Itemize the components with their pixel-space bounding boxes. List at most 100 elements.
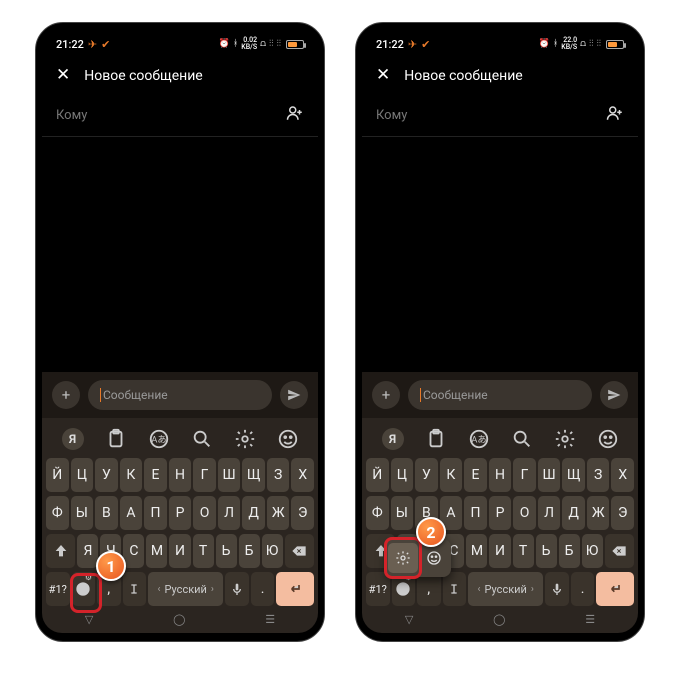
key-letter[interactable]: Ю bbox=[262, 534, 283, 568]
message-input[interactable]: Сообщение bbox=[88, 380, 272, 410]
key-letter[interactable]: Р bbox=[489, 496, 512, 530]
emoji-icon[interactable] bbox=[597, 428, 619, 450]
key-letter[interactable]: М bbox=[146, 534, 167, 568]
enter-key[interactable] bbox=[276, 572, 314, 606]
clipboard-icon[interactable] bbox=[425, 428, 447, 450]
key-letter[interactable]: Д bbox=[562, 496, 585, 530]
send-button[interactable] bbox=[280, 381, 308, 409]
key-letter[interactable]: Л bbox=[218, 496, 241, 530]
emoji-icon[interactable] bbox=[277, 428, 299, 450]
close-icon[interactable]: ✕ bbox=[376, 67, 390, 84]
key-letter[interactable]: Ж bbox=[267, 496, 290, 530]
key-letter[interactable]: Й bbox=[46, 458, 69, 492]
key-letter[interactable]: Г bbox=[193, 458, 216, 492]
key-letter[interactable]: Д bbox=[242, 496, 265, 530]
key-letter[interactable]: Э bbox=[611, 496, 634, 530]
message-input[interactable]: Сообщение bbox=[408, 380, 592, 410]
key-letter[interactable]: Ю bbox=[582, 534, 603, 568]
attach-button[interactable]: + bbox=[52, 381, 80, 409]
voice-key[interactable] bbox=[225, 572, 249, 606]
key-letter[interactable]: Н bbox=[489, 458, 512, 492]
spacebar[interactable]: ‹Русский› bbox=[468, 572, 543, 606]
settings-icon[interactable] bbox=[554, 428, 576, 450]
popup-emoji-option[interactable] bbox=[419, 543, 449, 573]
key-letter[interactable]: Ш bbox=[218, 458, 241, 492]
globe-key[interactable]: ⚙ bbox=[72, 572, 96, 606]
translate-icon[interactable]: Aあ bbox=[148, 428, 170, 450]
key-letter[interactable]: У bbox=[95, 458, 118, 492]
key-letter[interactable]: Ф bbox=[46, 496, 69, 530]
cursor-mode-key[interactable] bbox=[123, 572, 147, 606]
nav-home-icon[interactable]: ◯ bbox=[173, 613, 185, 626]
key-letter[interactable]: О bbox=[193, 496, 216, 530]
key-letter[interactable]: Х bbox=[291, 458, 314, 492]
nav-home-icon[interactable]: ◯ bbox=[493, 613, 505, 626]
voice-key[interactable] bbox=[545, 572, 569, 606]
globe-key[interactable]: ⚙ bbox=[392, 572, 416, 606]
key-letter[interactable]: Г bbox=[513, 458, 536, 492]
key-letter[interactable]: Х bbox=[611, 458, 634, 492]
key-letter[interactable]: Ь bbox=[216, 534, 237, 568]
clipboard-icon[interactable] bbox=[105, 428, 127, 450]
nav-back-icon[interactable]: ▽ bbox=[405, 613, 413, 626]
key-letter[interactable]: З bbox=[267, 458, 290, 492]
key-letter[interactable]: Ж bbox=[587, 496, 610, 530]
nav-recent-icon[interactable]: ☰ bbox=[585, 613, 595, 626]
key-letter[interactable]: Щ bbox=[562, 458, 585, 492]
period-key[interactable]: . bbox=[251, 572, 275, 606]
search-icon[interactable] bbox=[511, 428, 533, 450]
popup-settings-option[interactable] bbox=[388, 543, 418, 573]
key-letter[interactable]: П bbox=[144, 496, 167, 530]
backspace-key[interactable] bbox=[285, 534, 314, 568]
key-letter[interactable]: В bbox=[95, 496, 118, 530]
enter-key[interactable] bbox=[596, 572, 634, 606]
comma-key[interactable]: , bbox=[417, 572, 441, 606]
key-letter[interactable]: Ц bbox=[71, 458, 94, 492]
shift-key[interactable] bbox=[46, 534, 75, 568]
key-letter[interactable]: Т bbox=[193, 534, 214, 568]
nav-recent-icon[interactable]: ☰ bbox=[265, 613, 275, 626]
key-letter[interactable]: Ш bbox=[538, 458, 561, 492]
key-letter[interactable]: А bbox=[120, 496, 143, 530]
send-button[interactable] bbox=[600, 381, 628, 409]
key-letter[interactable]: Е bbox=[464, 458, 487, 492]
key-letter[interactable]: К bbox=[440, 458, 463, 492]
key-letter[interactable]: З bbox=[587, 458, 610, 492]
key-letter[interactable]: Л bbox=[538, 496, 561, 530]
key-letter[interactable]: С bbox=[123, 534, 144, 568]
key-letter[interactable]: Б bbox=[559, 534, 580, 568]
recipient-row[interactable]: Кому bbox=[362, 94, 638, 137]
spacebar[interactable]: ‹Русский› bbox=[148, 572, 223, 606]
add-recipient-icon[interactable] bbox=[286, 104, 304, 126]
key-letter[interactable]: К bbox=[120, 458, 143, 492]
cursor-mode-key[interactable] bbox=[443, 572, 467, 606]
key-letter[interactable]: И bbox=[489, 534, 510, 568]
attach-button[interactable]: + bbox=[372, 381, 400, 409]
key-letter[interactable]: Ц bbox=[391, 458, 414, 492]
settings-icon[interactable] bbox=[234, 428, 256, 450]
key-letter[interactable]: Ы bbox=[71, 496, 94, 530]
key-letter[interactable]: Э bbox=[291, 496, 314, 530]
search-icon[interactable] bbox=[191, 428, 213, 450]
period-key[interactable]: . bbox=[571, 572, 595, 606]
key-letter[interactable]: Ы bbox=[391, 496, 414, 530]
key-letter[interactable]: Ь bbox=[536, 534, 557, 568]
key-letter[interactable]: М bbox=[466, 534, 487, 568]
key-letter[interactable]: Й bbox=[366, 458, 389, 492]
key-letter[interactable]: П bbox=[464, 496, 487, 530]
key-letter[interactable]: Р bbox=[169, 496, 192, 530]
nav-back-icon[interactable]: ▽ bbox=[85, 613, 93, 626]
key-letter[interactable]: Е bbox=[144, 458, 167, 492]
symbols-key[interactable]: #1? bbox=[46, 572, 70, 606]
backspace-key[interactable] bbox=[605, 534, 634, 568]
close-icon[interactable]: ✕ bbox=[56, 67, 70, 84]
symbols-key[interactable]: #1? bbox=[366, 572, 390, 606]
key-letter[interactable]: Ф bbox=[366, 496, 389, 530]
key-letter[interactable]: У bbox=[415, 458, 438, 492]
key-letter[interactable]: О bbox=[513, 496, 536, 530]
key-letter[interactable]: Б bbox=[239, 534, 260, 568]
key-letter[interactable]: И bbox=[169, 534, 190, 568]
recipient-row[interactable]: Кому bbox=[42, 94, 318, 137]
key-letter[interactable]: Щ bbox=[242, 458, 265, 492]
add-recipient-icon[interactable] bbox=[606, 104, 624, 126]
